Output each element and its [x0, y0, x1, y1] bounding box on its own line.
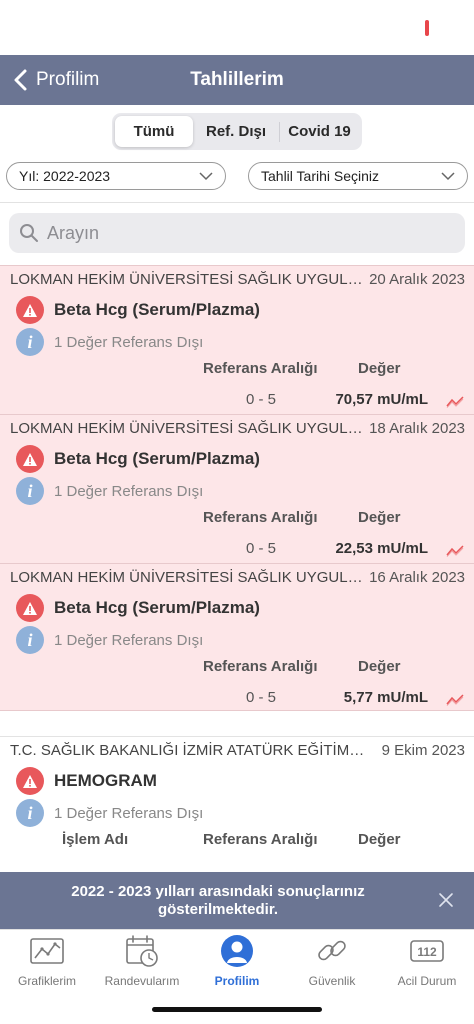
page-title: Tahlillerim: [190, 69, 284, 90]
institution-name: LOKMAN HEKİM ÜNİVERSİTESİ SAĞLIK UYGULAM…: [10, 569, 365, 586]
out-of-reference-note: 1 Değer Referans Dışı: [54, 804, 204, 822]
result-card[interactable]: T.C. SAĞLIK BAKANLIĞI İZMİR ATATÜRK EĞİT…: [0, 736, 474, 872]
info-icon: i: [16, 626, 44, 654]
result-card[interactable]: LOKMAN HEKİM ÜNİVERSİTESİ SAĞLIK UYGULAM…: [0, 563, 474, 711]
tab-label: Randevularım: [104, 974, 180, 988]
reference-range-header: Referans Aralığı: [203, 658, 318, 675]
result-date: 9 Ekim 2023: [381, 742, 465, 759]
chart-icon: [30, 938, 64, 964]
info-banner: 2022 - 2023 yılları arasındaki sonuçları…: [0, 872, 474, 929]
close-icon[interactable]: [438, 892, 454, 908]
search-bar: [9, 213, 465, 253]
value-header: Değer: [358, 509, 401, 526]
calendar-clock-icon: [126, 935, 158, 967]
tab-label: Güvenlik: [308, 974, 356, 988]
test-name: Beta Hcg (Serum/Plazma): [54, 300, 260, 319]
warning-icon: [16, 594, 44, 622]
warning-icon: [16, 767, 44, 795]
out-of-reference-note: 1 Değer Referans Dışı: [54, 482, 204, 500]
result-card[interactable]: LOKMAN HEKİM ÜNİVERSİTESİ SAĞLIK UYGULAM…: [0, 265, 474, 414]
result-date: 18 Aralık 2023: [369, 420, 465, 437]
reference-range-header: Referans Aralığı: [203, 831, 318, 848]
divider: [0, 202, 474, 203]
home-indicator: [152, 1007, 322, 1012]
reference-range-header: Referans Aralığı: [203, 509, 318, 526]
trend-chart-icon[interactable]: [446, 692, 464, 706]
procedure-name-header: İşlem Adı: [62, 831, 129, 848]
link-icon: [318, 940, 346, 961]
test-name: HEMOGRAM: [54, 771, 157, 790]
reference-range: 0 - 5: [246, 540, 277, 557]
trend-chart-icon[interactable]: [446, 543, 464, 557]
tab-emergency[interactable]: 112 Acil Durum: [380, 934, 474, 988]
out-of-reference-note: 1 Değer Referans Dışı: [54, 333, 204, 351]
tab-security[interactable]: Güvenlik: [285, 934, 379, 988]
chevron-down-icon: [441, 172, 455, 181]
reference-range-header: Referans Aralığı: [203, 360, 318, 377]
test-date-dropdown-value: Tahlil Tarihi Seçiniz: [261, 168, 380, 184]
recording-indicator: [425, 20, 429, 36]
info-icon: i: [16, 799, 44, 827]
result-date: 20 Aralık 2023: [369, 271, 465, 288]
tab-label: Acil Durum: [397, 974, 457, 988]
tab-appointments[interactable]: Randevularım: [95, 934, 189, 988]
segment-covid[interactable]: Covid 19: [279, 121, 359, 142]
result-value: 70,57 mU/mL: [335, 391, 428, 408]
year-dropdown-value: Yıl: 2022-2023: [19, 168, 111, 184]
year-dropdown[interactable]: Yıl: 2022-2023: [6, 162, 226, 190]
institution-name: LOKMAN HEKİM ÜNİVERSİTESİ SAĞLIK UYGULAM…: [10, 271, 365, 288]
search-icon: [20, 224, 38, 242]
navigation-bar: Profilim Tahlillerim: [0, 55, 474, 105]
person-icon: [221, 935, 253, 967]
info-icon: i: [16, 477, 44, 505]
emergency-112-icon: 112: [410, 940, 444, 962]
out-of-reference-note: 1 Değer Referans Dışı: [54, 631, 204, 649]
segment-all[interactable]: Tümü: [115, 116, 193, 147]
value-header: Değer: [358, 360, 401, 377]
value-header: Değer: [358, 658, 401, 675]
reference-range: 0 - 5: [246, 391, 277, 408]
chevron-down-icon: [199, 172, 213, 181]
institution-name: LOKMAN HEKİM ÜNİVERSİTESİ SAĞLIK UYGULAM…: [10, 420, 365, 437]
value-header: Değer: [358, 831, 401, 848]
info-icon: i: [16, 328, 44, 356]
result-value: 5,77 mU/mL: [343, 689, 428, 706]
institution-name: T.C. SAĞLIK BAKANLIĞI İZMİR ATATÜRK EĞİT…: [10, 742, 365, 759]
reference-range: 0 - 5: [246, 689, 277, 706]
trend-chart-icon[interactable]: [446, 394, 464, 408]
warning-icon: [16, 445, 44, 473]
segment-out-of-reference[interactable]: Ref. Dışı: [193, 116, 279, 147]
tab-graphs[interactable]: Grafiklerim: [0, 934, 94, 988]
tab-label: Grafiklerim: [17, 974, 76, 988]
search-input[interactable]: [47, 222, 447, 244]
status-bar: [0, 0, 474, 55]
result-card[interactable]: LOKMAN HEKİM ÜNİVERSİTESİ SAĞLIK UYGULAM…: [0, 414, 474, 563]
result-value: 22,53 mU/mL: [335, 540, 428, 557]
test-date-dropdown[interactable]: Tahlil Tarihi Seçiniz: [248, 162, 468, 190]
warning-icon: [16, 296, 44, 324]
result-date: 16 Aralık 2023: [369, 569, 465, 586]
tab-profile[interactable]: Profilim: [190, 934, 284, 988]
test-name: Beta Hcg (Serum/Plazma): [54, 598, 260, 617]
tab-label: Profilim: [214, 974, 260, 988]
filter-segmented-control: Tümü Ref. Dışı Covid 19: [112, 113, 362, 150]
emergency-number-text: 112: [417, 945, 437, 959]
test-name: Beta Hcg (Serum/Plazma): [54, 449, 260, 468]
banner-text: 2022 - 2023 yılları arasındaki sonuçları…: [71, 883, 365, 918]
